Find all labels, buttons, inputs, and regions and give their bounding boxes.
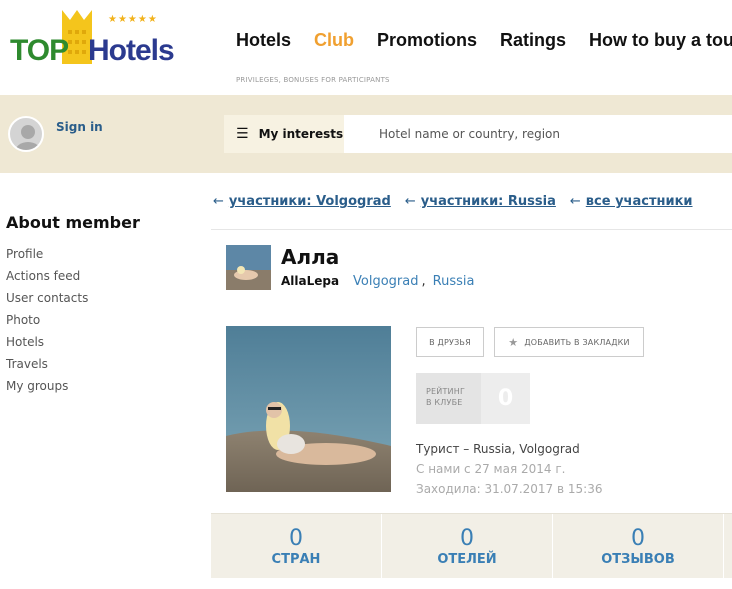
profile-photo-image (226, 326, 391, 492)
my-interests-button[interactable]: ☰ My interests (224, 115, 344, 153)
breadcrumb-all-members[interactable]: ← все участники (570, 194, 693, 209)
club-rating: РЕЙТИНГ В КЛУБЕ 0 (416, 373, 530, 424)
nav-club[interactable]: Club (314, 30, 354, 51)
sidebar-item-travels[interactable]: Travels (6, 356, 88, 378)
avatar[interactable] (8, 116, 44, 152)
arrow-left-icon: ← (569, 194, 581, 209)
star-icon: ★ (508, 335, 519, 349)
rating-label-line2: В КЛУБЕ (426, 398, 463, 407)
main-nav: Hotels Club Promotions Ratings How to bu… (236, 30, 732, 51)
breadcrumb-volgograd[interactable]: ← участники: Volgograd (213, 194, 391, 209)
rating-label: РЕЙТИНГ В КЛУБЕ (416, 373, 481, 424)
sidebar-item-photo[interactable]: Photo (6, 312, 88, 334)
arrow-left-icon: ← (213, 194, 224, 209)
stat-reviews[interactable]: 0 ОТЗЫВОВ (553, 514, 724, 578)
city-link[interactable]: Volgograd (353, 274, 418, 289)
nav-hotels[interactable]: Hotels (236, 30, 291, 51)
profile-location: Volgograd , Russia (353, 274, 474, 289)
nav-subtitle: PRIVILEGES, BONUSES FOR PARTICIPANTS (236, 76, 390, 84)
rating-value: 0 (481, 373, 530, 424)
rating-label-line1: РЕЙТИНГ (426, 387, 466, 396)
nav-ratings[interactable]: Ratings (500, 30, 566, 51)
sidebar-item-hotels[interactable]: Hotels (6, 334, 88, 356)
stats-bar: 0 СТРАН 0 ОТЕЛЕЙ 0 ОТЗЫВОВ (211, 513, 732, 578)
bookmark-label: ДОБАВИТЬ В ЗАКЛАДКИ (524, 337, 630, 347)
nav-promotions[interactable]: Promotions (377, 30, 477, 51)
profile-thumbnail-image (226, 245, 271, 290)
signin-link[interactable]: Sign in (56, 120, 103, 134)
sidebar-item-user-contacts[interactable]: User contacts (6, 290, 88, 312)
menu-icon: ☰ (236, 126, 249, 142)
sidebar-title: About member (6, 213, 140, 232)
profile-thumbnail[interactable] (226, 245, 271, 290)
member-status: Турист – Russia, Volgograd (416, 442, 580, 456)
profile-photo[interactable] (226, 326, 391, 492)
arrow-left-icon: ← (404, 194, 416, 209)
location-separator: , (421, 274, 426, 289)
stat-value: 0 (631, 526, 645, 551)
stat-countries[interactable]: 0 СТРАН (211, 514, 382, 578)
search-input[interactable] (344, 115, 732, 153)
stat-value: 0 (460, 526, 474, 551)
stat-label: ОТЕЛЕЙ (437, 552, 497, 567)
breadcrumb: ← участники: Volgograd ← участники: Russia… (213, 194, 707, 209)
stat-value: 0 (289, 526, 303, 551)
last-visit: Заходила: 31.07.2017 в 15:36 (416, 482, 603, 496)
site-logo[interactable]: ★★★★★ TOP Hotels (10, 10, 175, 70)
nav-how-to-buy[interactable]: How to buy a tour (589, 30, 732, 51)
stat-label: СТРАН (271, 552, 321, 567)
breadcrumb-label: участники: Volgograd (228, 194, 391, 209)
breadcrumb-label: все участники (585, 194, 693, 209)
logo-hotels-text: Hotels (88, 34, 175, 67)
breadcrumb-russia[interactable]: ← участники: Russia (405, 194, 556, 209)
stat-hotels[interactable]: 0 ОТЕЛЕЙ (382, 514, 553, 578)
my-interests-label: My interests (258, 127, 344, 141)
member-since: С нами с 27 мая 2014 г. (416, 462, 566, 476)
sidebar-menu: Profile Actions feed User contacts Photo… (6, 246, 88, 400)
sidebar-item-actions-feed[interactable]: Actions feed (6, 268, 88, 290)
bookmark-button[interactable]: ★ ДОБАВИТЬ В ЗАКЛАДКИ (494, 327, 644, 357)
sidebar-item-my-groups[interactable]: My groups (6, 378, 88, 400)
profile-name: Алла (281, 245, 340, 269)
add-friend-button[interactable]: В ДРУЗЬЯ (416, 327, 484, 357)
profile-login: AllaLepa (281, 274, 340, 288)
breadcrumb-label: участники: Russia (420, 194, 556, 209)
sidebar-item-profile[interactable]: Profile (6, 246, 88, 268)
logo-stars: ★★★★★ (108, 14, 158, 25)
logo-top-text: TOP (10, 34, 69, 67)
country-link[interactable]: Russia (433, 274, 475, 289)
stat-label: ОТЗЫВОВ (601, 552, 675, 567)
divider (211, 229, 732, 230)
